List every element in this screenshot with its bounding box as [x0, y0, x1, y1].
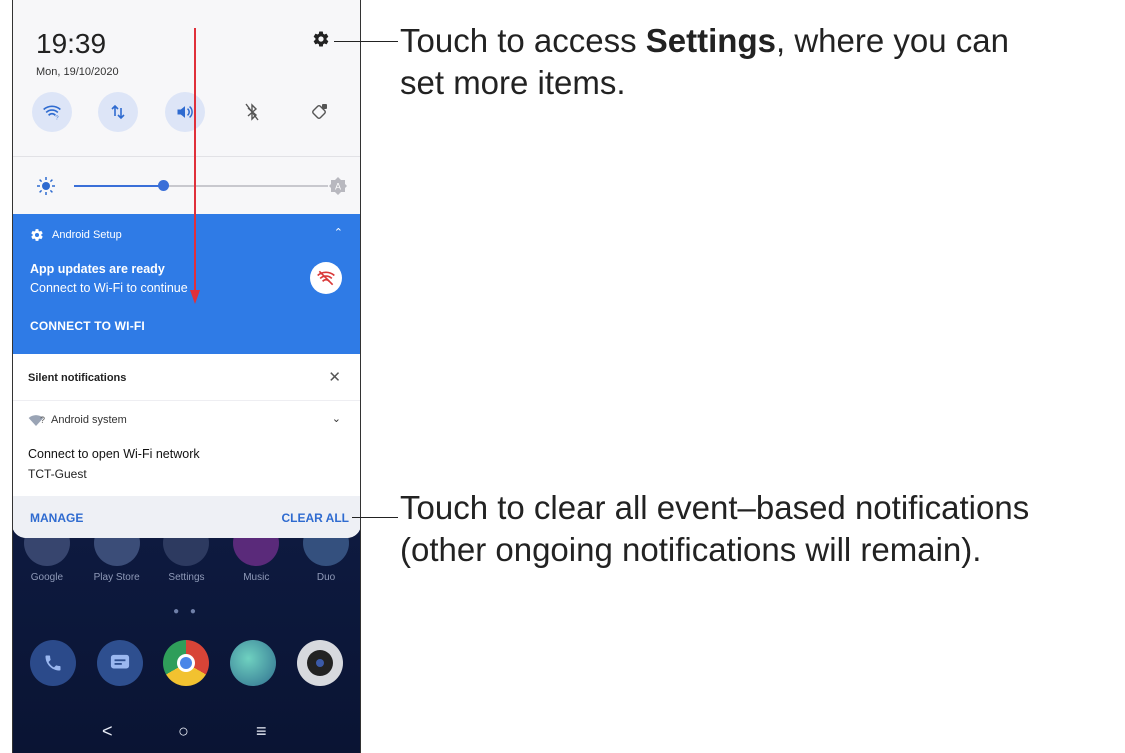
notification-text: Connect to Wi-Fi to continue: [30, 281, 188, 295]
shade-footer: MANAGE CLEAR ALL: [12, 496, 361, 538]
expand-chevron-icon[interactable]: ⌄: [332, 412, 341, 425]
phone-screen: Google Play Store Settings Music Duo ● ●: [12, 0, 361, 753]
settings-gear-icon[interactable]: [312, 30, 330, 48]
app-label: Music: [243, 572, 270, 583]
clock: 19:39: [36, 28, 107, 59]
date: Mon, 19/10/2020: [36, 66, 119, 78]
quick-settings-panel: 19:39 Mon, 19/10/2020 ? A: [12, 0, 361, 214]
setup-notification[interactable]: Android Setup ⌃ App updates are ready Co…: [12, 214, 361, 354]
brightness-slider[interactable]: A: [36, 176, 347, 196]
settings-gear-icon: [31, 229, 43, 241]
callout-text-prefix: Touch to access: [400, 22, 646, 59]
section-header: Silent notifications: [28, 372, 127, 384]
notification-text: TCT-Guest: [28, 467, 87, 481]
svg-text:?: ?: [55, 116, 59, 122]
navigation-bar: < ○ ≡: [12, 721, 361, 753]
bluetooth-icon[interactable]: [232, 92, 272, 132]
callout-text-line2: (other ongoing notifications will remain…: [400, 531, 982, 568]
app-label: Duo: [316, 572, 336, 583]
manage-button[interactable]: MANAGE: [30, 511, 83, 525]
notification-title: App updates are ready: [30, 262, 165, 276]
settings-callout-line: [334, 41, 398, 42]
silent-notifications-section: Silent notifications ✕ ? Android system …: [12, 354, 361, 496]
brightness-thumb[interactable]: [158, 180, 169, 191]
callout-text-bold: Settings: [645, 22, 776, 59]
notification-header: Android Setup: [30, 228, 122, 242]
svg-text:A: A: [335, 182, 341, 192]
app-label: Settings: [168, 572, 205, 583]
wifi-off-icon: [310, 262, 342, 294]
wifi-question-badge: ?: [40, 415, 46, 425]
notification-header: ? Android system: [28, 414, 127, 426]
swipe-down-arrow: [190, 28, 200, 304]
brightness-icon: [37, 177, 55, 195]
clear-callout: Touch to clear all event–based notificat…: [400, 487, 1125, 571]
callout-text-line1: Touch to clear all event–based notificat…: [400, 489, 1030, 526]
clear-callout-line: [352, 517, 398, 518]
phone-icon[interactable]: [30, 640, 77, 686]
back-button[interactable]: <: [102, 721, 113, 742]
clear-all-button[interactable]: CLEAR ALL: [281, 511, 349, 525]
callout-text-suffix: , where you can: [775, 22, 1009, 59]
close-icon[interactable]: ✕: [328, 368, 341, 386]
page-indicator: ● ●: [173, 606, 200, 617]
brightness-track-empty: [163, 185, 328, 187]
auto-rotate-icon[interactable]: [299, 92, 339, 132]
app-label: Play Store: [93, 572, 140, 583]
camera-icon[interactable]: [296, 640, 343, 686]
quick-tiles: ?: [32, 92, 342, 136]
mobile-data-icon[interactable]: [98, 92, 138, 132]
wifi-icon[interactable]: ?: [32, 92, 72, 132]
collapse-chevron-icon[interactable]: ⌃: [334, 226, 343, 239]
chrome-icon[interactable]: [163, 640, 210, 686]
dock: [12, 640, 361, 686]
notification-app-name: Android system: [51, 414, 127, 426]
settings-callout: Touch to access Settings, where you can …: [400, 20, 1110, 104]
app-label: Google: [30, 572, 64, 583]
messages-icon[interactable]: [96, 640, 143, 686]
notification-app-name: Android Setup: [52, 229, 122, 241]
divider: [12, 156, 361, 157]
notification-shade: 19:39 Mon, 19/10/2020 ? A Android Setup …: [12, 0, 361, 538]
home-button[interactable]: ○: [178, 721, 189, 742]
callout-text-line2: set more items.: [400, 64, 626, 101]
connect-wifi-button[interactable]: CONNECT TO WI-FI: [30, 319, 145, 333]
brightness-track-filled: [74, 185, 163, 187]
gallery-icon[interactable]: [230, 640, 277, 686]
divider: [12, 400, 361, 401]
notification-title[interactable]: Connect to open Wi-Fi network: [28, 447, 200, 461]
recents-button[interactable]: ≡: [256, 721, 267, 742]
auto-brightness-icon[interactable]: A: [328, 176, 348, 196]
